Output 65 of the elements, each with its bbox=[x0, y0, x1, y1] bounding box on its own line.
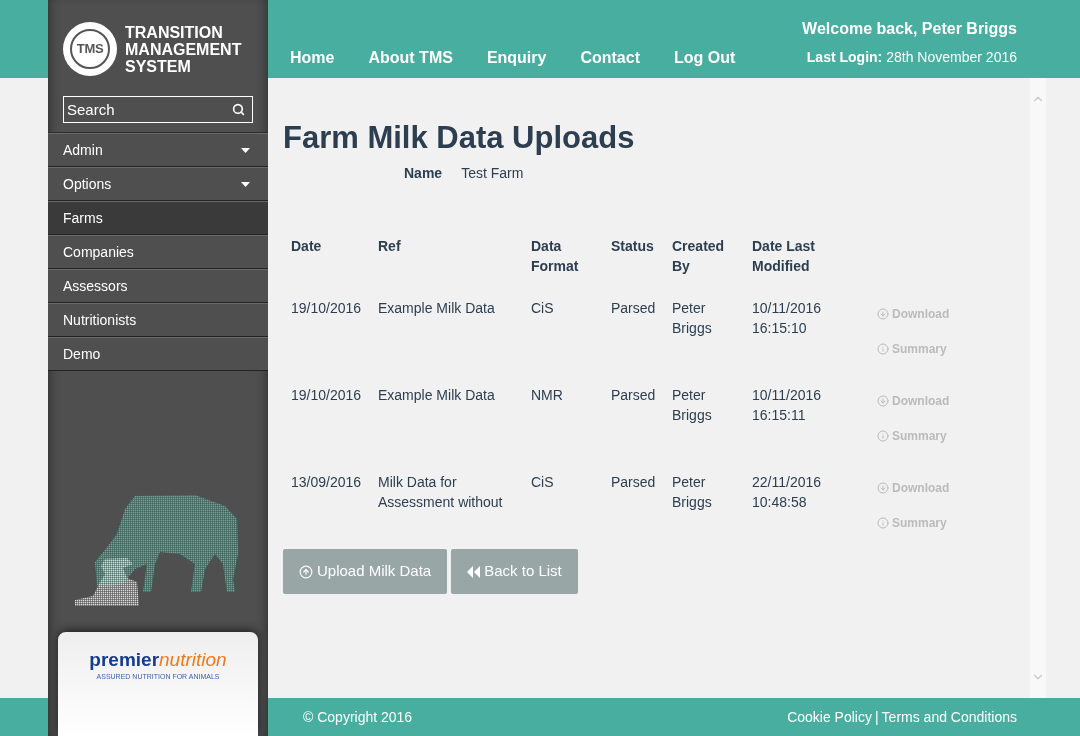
sidebar-item[interactable]: Admin bbox=[48, 133, 268, 167]
column-header: Status bbox=[611, 237, 655, 256]
sidebar-item[interactable]: Options bbox=[48, 167, 268, 201]
nav-link[interactable]: Enquiry bbox=[486, 46, 547, 70]
table-cell-text: 10/11/2016 16:15:11 bbox=[752, 386, 823, 425]
table-cell-text: Milk Data for Assessment without bbox=[378, 473, 504, 512]
table-cell-text: 13/09/2016 bbox=[291, 473, 363, 492]
name-label: Name bbox=[404, 164, 443, 183]
table-cell-text: 10/11/2016 16:15:10 bbox=[752, 299, 823, 338]
nav-link[interactable]: Log Out bbox=[674, 46, 736, 70]
footer-link[interactable]: Terms and Conditions bbox=[881, 706, 1017, 728]
search-icon bbox=[232, 103, 245, 116]
table-cell-text: 22/11/2016 10:48:58 bbox=[752, 473, 823, 512]
logo-mark: TMS bbox=[76, 40, 104, 59]
rewind-icon bbox=[467, 565, 481, 578]
scrollbar[interactable] bbox=[1030, 78, 1046, 698]
name-value: Test Farm bbox=[461, 164, 524, 183]
download-icon bbox=[877, 482, 889, 494]
column-header: Data Format bbox=[531, 237, 580, 276]
table-cell-text: Parsed bbox=[611, 386, 657, 405]
search-field[interactable]: Search bbox=[63, 96, 253, 123]
table-cell-text: Peter Briggs bbox=[672, 386, 713, 425]
nav-link[interactable]: Contact bbox=[580, 46, 640, 70]
footer-link[interactable]: Cookie Policy bbox=[787, 706, 872, 728]
column-header: Ref bbox=[378, 237, 402, 256]
column-header: Created By bbox=[672, 237, 726, 276]
sidebar-item[interactable]: Farms bbox=[48, 201, 268, 235]
sponsor-brand: premier bbox=[89, 650, 160, 669]
upload-icon bbox=[299, 564, 313, 579]
table-cell-text: NMR bbox=[531, 386, 564, 405]
last-login-label: Last Login: bbox=[806, 48, 883, 67]
sidebar-item[interactable]: Assessors bbox=[48, 269, 268, 303]
sidebar-item[interactable]: Demo bbox=[48, 337, 268, 371]
table-cell-text: Example Milk Data bbox=[378, 386, 496, 405]
table-cell-text: CiS bbox=[531, 299, 555, 318]
welcome-text: Welcome back, Peter Briggs bbox=[802, 19, 1017, 39]
column-header: Date bbox=[291, 237, 323, 256]
logo-text: SYSTEM bbox=[125, 57, 192, 75]
download-icon bbox=[877, 395, 889, 407]
table-cell-text: 19/10/2016 bbox=[291, 299, 363, 318]
copyright-text: © Copyright 2016 bbox=[303, 707, 413, 727]
nav-link[interactable]: Home bbox=[290, 46, 335, 70]
info-icon bbox=[877, 430, 889, 442]
column-header: Date Last Modified bbox=[752, 237, 817, 276]
table-cell-text: Example Milk Data bbox=[378, 299, 496, 318]
logo-text: MANAGEMENT bbox=[125, 40, 242, 58]
upload-button[interactable]: Upload Milk Data bbox=[283, 549, 448, 594]
table-cell-text: CiS bbox=[531, 473, 555, 492]
page-title: Farm Milk Data Uploads bbox=[283, 120, 636, 156]
table-cell-text: 19/10/2016 bbox=[291, 386, 363, 405]
table-cell-text: Peter Briggs bbox=[672, 299, 713, 338]
logo-text: TRANSITION bbox=[125, 23, 224, 41]
table-cell-text: Peter Briggs bbox=[672, 473, 713, 512]
info-icon bbox=[877, 517, 889, 529]
link-separator: | bbox=[874, 707, 879, 727]
table-cell-text: Parsed bbox=[611, 299, 657, 318]
sponsor-brand-accent: nutrition bbox=[159, 650, 227, 669]
back-button[interactable]: Back to List bbox=[451, 549, 578, 594]
nav-link[interactable]: About TMS bbox=[368, 46, 453, 70]
sidebar-item[interactable]: Companies bbox=[48, 235, 268, 269]
info-icon bbox=[877, 343, 889, 355]
sidebar-item[interactable]: Nutritionists bbox=[48, 303, 268, 337]
download-icon bbox=[877, 308, 889, 320]
last-login-date: 28th November 2016 bbox=[886, 48, 1017, 67]
table-cell-text: Parsed bbox=[611, 473, 657, 492]
